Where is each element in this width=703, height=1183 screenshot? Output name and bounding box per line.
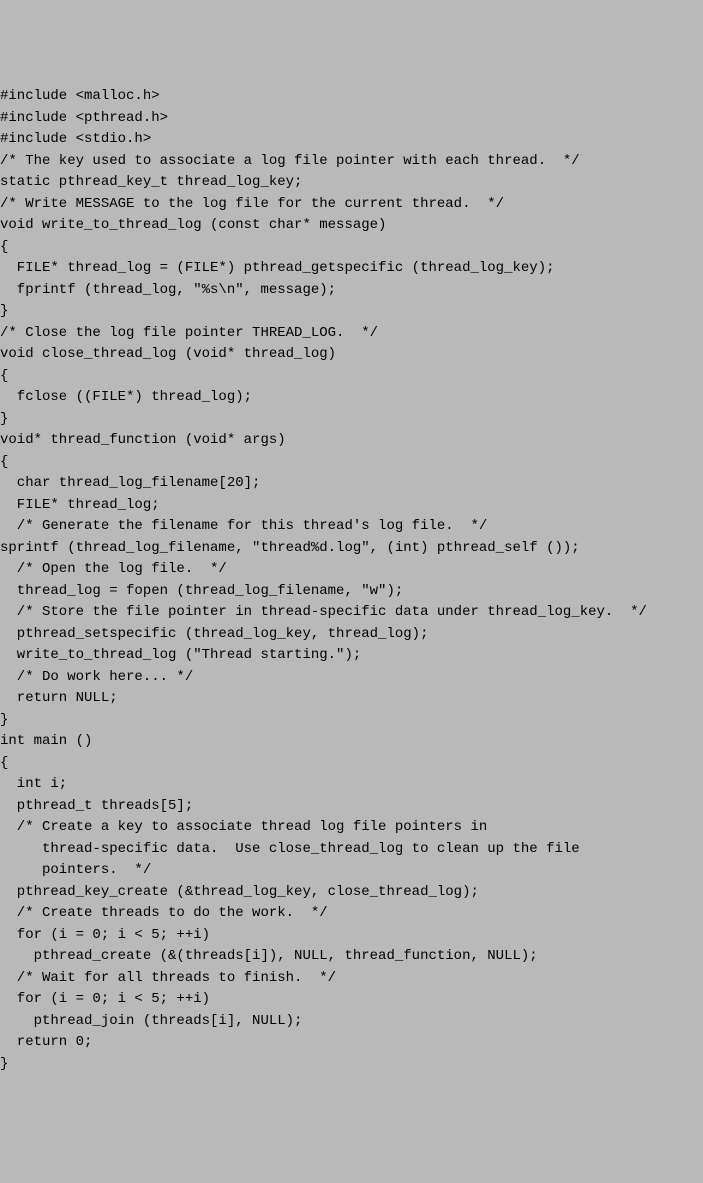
code-line: FILE* thread_log;	[0, 495, 703, 517]
code-line: for (i = 0; i < 5; ++i)	[0, 925, 703, 947]
code-line: int i;	[0, 774, 703, 796]
code-line: {	[0, 366, 703, 388]
code-line: static pthread_key_t thread_log_key;	[0, 172, 703, 194]
code-line: write_to_thread_log ("Thread starting.")…	[0, 645, 703, 667]
code-line: return NULL;	[0, 688, 703, 710]
code-line: {	[0, 452, 703, 474]
code-line: void* thread_function (void* args)	[0, 430, 703, 452]
code-line: int main ()	[0, 731, 703, 753]
code-line: /* Write MESSAGE to the log file for the…	[0, 194, 703, 216]
code-line: thread_log = fopen (thread_log_filename,…	[0, 581, 703, 603]
code-line: /* Close the log file pointer THREAD_LOG…	[0, 323, 703, 345]
code-line: }	[0, 1054, 703, 1076]
code-line: /* Store the file pointer in thread-spec…	[0, 602, 703, 624]
code-line: pthread_join (threads[i], NULL);	[0, 1011, 703, 1033]
code-line: pointers. */	[0, 860, 703, 882]
code-line: #include <malloc.h>	[0, 86, 703, 108]
code-line: fclose ((FILE*) thread_log);	[0, 387, 703, 409]
code-line: fprintf (thread_log, "%s\n", message);	[0, 280, 703, 302]
code-line: /* Create threads to do the work. */	[0, 903, 703, 925]
code-line: pthread_create (&(threads[i]), NULL, thr…	[0, 946, 703, 968]
code-line: pthread_t threads[5];	[0, 796, 703, 818]
code-line: void write_to_thread_log (const char* me…	[0, 215, 703, 237]
code-line: /* The key used to associate a log file …	[0, 151, 703, 173]
code-line: char thread_log_filename[20];	[0, 473, 703, 495]
code-line: void close_thread_log (void* thread_log)	[0, 344, 703, 366]
code-line: FILE* thread_log = (FILE*) pthread_getsp…	[0, 258, 703, 280]
code-line: /* Do work here... */	[0, 667, 703, 689]
code-line: {	[0, 237, 703, 259]
code-line: return 0;	[0, 1032, 703, 1054]
code-line: thread-specific data. Use close_thread_l…	[0, 839, 703, 861]
code-line: pthread_key_create (&thread_log_key, clo…	[0, 882, 703, 904]
code-line: sprintf (thread_log_filename, "thread%d.…	[0, 538, 703, 560]
code-line: for (i = 0; i < 5; ++i)	[0, 989, 703, 1011]
code-line: /* Generate the filename for this thread…	[0, 516, 703, 538]
code-line: }	[0, 409, 703, 431]
code-line: /* Open the log file. */	[0, 559, 703, 581]
code-line: }	[0, 710, 703, 732]
code-line: pthread_setspecific (thread_log_key, thr…	[0, 624, 703, 646]
code-line: /* Create a key to associate thread log …	[0, 817, 703, 839]
code-line: }	[0, 301, 703, 323]
code-line: #include <stdio.h>	[0, 129, 703, 151]
code-line: #include <pthread.h>	[0, 108, 703, 130]
code-block: #include <malloc.h>#include <pthread.h>#…	[0, 86, 703, 1075]
code-line: {	[0, 753, 703, 775]
